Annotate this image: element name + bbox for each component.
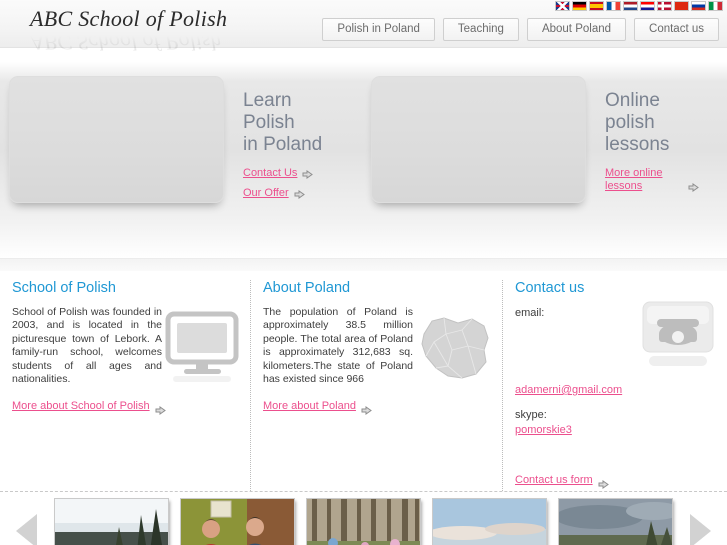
column-title-school: School of Polish <box>12 280 116 296</box>
gallery-prev-arrow-icon[interactable] <box>16 514 37 545</box>
hero-title-right: Online polish lessons <box>605 90 720 156</box>
arrow-right-icon <box>688 182 699 192</box>
main-navigation: Polish in Poland Teaching About Poland C… <box>322 18 719 41</box>
poland-map-icon <box>414 308 496 386</box>
nav-teaching[interactable]: Teaching <box>442 18 519 41</box>
italian-flag[interactable] <box>708 1 723 11</box>
hero-image-right <box>371 76 586 203</box>
contact-email-value[interactable]: adamerni@gmail.com <box>515 384 622 396</box>
gallery-thumb-sky-clouds[interactable] <box>432 498 547 545</box>
norwegian-flag[interactable] <box>657 1 672 11</box>
monitor-icon <box>164 308 242 386</box>
contact-email-value-row[interactable]: adamerni@gmail.com <box>515 383 715 398</box>
gallery-thumb-forest-people[interactable] <box>306 498 421 545</box>
chinese-flag[interactable] <box>674 1 689 11</box>
nav-contact-us[interactable]: Contact us <box>634 18 719 41</box>
german-flag[interactable] <box>572 1 587 11</box>
column-about-poland: About Poland The population of Poland is… <box>250 280 502 491</box>
hero-link-our-offer-label[interactable]: Our Offer <box>243 187 289 200</box>
column-body-poland: The population of Poland is approximatel… <box>263 306 413 386</box>
content-divider-band <box>0 258 727 271</box>
russian-flag[interactable] <box>691 1 706 11</box>
link-more-about-poland[interactable]: More about Poland <box>263 400 372 415</box>
link-more-about-school-label[interactable]: More about School of Polish <box>12 400 150 413</box>
link-contact-us-form[interactable]: Contact us form <box>515 474 609 489</box>
dutch-flag[interactable] <box>623 1 638 11</box>
gallery-thumb-landscape-trees[interactable] <box>54 498 169 545</box>
link-more-about-school[interactable]: More about School of Polish <box>12 400 166 415</box>
link-contact-us-form-label[interactable]: Contact us form <box>515 474 593 487</box>
hero-links-right: More online lessons <box>605 167 720 193</box>
english-flag[interactable] <box>555 1 570 11</box>
hero-link-contact-us[interactable]: Contact Us <box>243 167 363 180</box>
gallery-thumb-dark-sky-trees[interactable] <box>558 498 673 545</box>
gallery-thumb-two-men-indoors[interactable] <box>180 498 295 545</box>
arrow-right-icon <box>302 169 314 179</box>
language-flag-bar <box>555 1 723 11</box>
link-more-about-poland-label[interactable]: More about Poland <box>263 400 356 413</box>
site-logo[interactable]: ABC School of Polish ABC School of Polis… <box>30 6 290 56</box>
hero-link-more-online-lessons[interactable]: More online lessons <box>605 167 720 193</box>
site-header: ABC School of Polish ABC School of Polis… <box>0 0 727 56</box>
column-school-of-polish: School of Polish School of Polish was fo… <box>0 280 250 491</box>
column-title-contact: Contact us <box>515 280 585 296</box>
contact-skype-value-row[interactable]: pomorskie3 <box>515 423 715 438</box>
column-contact-us: Contact us email: adamerni@gmail.com sky… <box>502 280 727 491</box>
content-columns: School of Polish School of Polish was fo… <box>0 271 727 491</box>
contact-spacer <box>515 321 715 383</box>
arrow-right-icon <box>598 476 609 489</box>
site-logo-reflection: ABC School of Polish <box>30 30 222 55</box>
contact-email-label: email: <box>515 307 545 319</box>
hero-block-learn-polish: Learn Polish in Poland Contact Us Our Of… <box>243 90 363 207</box>
nav-polish-in-poland[interactable]: Polish in Poland <box>322 18 435 41</box>
contact-details: email: adamerni@gmail.com skype: pomorsk… <box>515 306 715 438</box>
hero-title-right-line1: Online <box>605 90 660 111</box>
gallery-next-arrow-icon[interactable] <box>690 514 711 545</box>
hero-block-online-lessons: Online polish lessons More online lesson… <box>605 90 720 200</box>
hero-title-left-line1: Learn <box>243 90 292 111</box>
french-flag[interactable] <box>606 1 621 11</box>
hero-title-left-line2: Polish <box>243 112 295 133</box>
hero-links-left: Contact Us Our Offer <box>243 167 363 200</box>
arrow-right-icon <box>294 189 305 199</box>
arrow-right-icon <box>155 402 166 415</box>
hero-title-right-line2: polish <box>605 112 655 133</box>
hero-image-left <box>9 76 224 203</box>
column-body-school: School of Polish was founded in 2003, an… <box>12 306 162 386</box>
hero-title-left-line3: in Poland <box>243 134 323 155</box>
arrow-right-icon <box>361 402 372 415</box>
photo-gallery <box>0 491 727 545</box>
site-logo-text: ABC School of Polish <box>30 6 228 31</box>
column-title-poland: About Poland <box>263 280 351 296</box>
spanish-flag[interactable] <box>589 1 604 11</box>
hero-link-contact-us-label[interactable]: Contact Us <box>243 167 297 180</box>
hero-link-our-offer[interactable]: Our Offer <box>243 187 363 200</box>
contact-skype-value[interactable]: pomorskie3 <box>515 424 572 436</box>
hero-link-more-online-lessons-label[interactable]: More online lessons <box>605 167 683 193</box>
hero-title-left: Learn Polish in Poland <box>243 90 363 156</box>
hero-banner: Learn Polish in Poland Contact Us Our Of… <box>0 62 727 258</box>
contact-skype-label: skype: <box>515 409 547 421</box>
hero-title-right-line3: lessons <box>605 134 670 155</box>
croatian-flag[interactable] <box>640 1 655 11</box>
nav-about-poland[interactable]: About Poland <box>526 18 627 41</box>
